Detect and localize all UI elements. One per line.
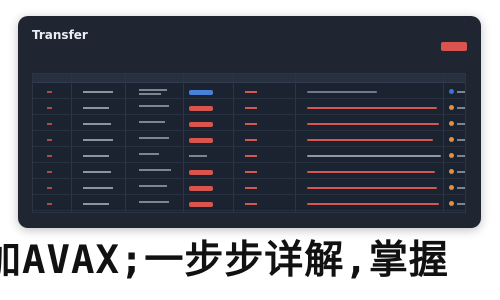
- row-address: [139, 169, 171, 171]
- row-date: [83, 91, 113, 93]
- transfer-table: [32, 73, 466, 213]
- row-amount: [245, 187, 257, 189]
- status-badge[interactable]: [189, 122, 213, 127]
- row-token-label: [457, 107, 465, 109]
- row-token-label: [457, 139, 465, 141]
- row-index: [47, 123, 52, 125]
- row-index: [47, 155, 52, 157]
- table-row[interactable]: [33, 102, 465, 115]
- table-row[interactable]: [33, 182, 465, 195]
- row-index: [47, 187, 52, 189]
- token-icon: [449, 201, 454, 206]
- status-badge[interactable]: [189, 138, 213, 143]
- status-badge[interactable]: [189, 90, 213, 95]
- row-date: [83, 155, 109, 157]
- banner-text: 加AVAX;一步步详解,掌握: [0, 238, 449, 283]
- token-icon: [449, 105, 454, 110]
- row-description: [307, 123, 439, 125]
- row-amount: [245, 203, 257, 205]
- row-token-label: [457, 187, 465, 189]
- row-token-label: [457, 203, 465, 205]
- transfer-panel: Transfer: [18, 16, 481, 228]
- table-row[interactable]: [33, 150, 465, 163]
- row-description: [307, 203, 439, 205]
- row-address: [139, 185, 167, 187]
- row-token-label: [457, 123, 465, 125]
- row-amount: [245, 107, 257, 109]
- row-description: [307, 171, 435, 173]
- row-description: [307, 187, 437, 189]
- row-date: [83, 139, 113, 141]
- row-address: [139, 137, 169, 139]
- panel-title: Transfer: [32, 28, 88, 42]
- token-icon: [449, 89, 454, 94]
- row-description: [307, 107, 437, 109]
- row-amount: [245, 171, 257, 173]
- row-amount: [245, 139, 257, 141]
- row-date: [83, 203, 109, 205]
- row-index: [47, 107, 52, 109]
- token-icon: [449, 153, 454, 158]
- status-badge[interactable]: [189, 186, 213, 191]
- row-address: [139, 201, 169, 203]
- table-row[interactable]: [33, 118, 465, 131]
- row-token-label: [457, 91, 465, 93]
- row-address: [139, 89, 167, 91]
- token-icon: [449, 169, 454, 174]
- token-icon: [449, 185, 454, 190]
- row-amount: [245, 155, 257, 157]
- row-date: [83, 107, 109, 109]
- row-token-label: [457, 171, 465, 173]
- status-badge[interactable]: [189, 202, 213, 207]
- row-address: [139, 153, 159, 155]
- table-row[interactable]: [33, 86, 465, 99]
- table-row[interactable]: [33, 134, 465, 147]
- row-date: [83, 171, 111, 173]
- table-row[interactable]: [33, 198, 465, 211]
- row-description: [307, 91, 377, 93]
- table-row[interactable]: [33, 166, 465, 179]
- row-index: [47, 203, 52, 205]
- row-index: [47, 171, 52, 173]
- row-date: [83, 123, 111, 125]
- status-badge: [189, 155, 207, 157]
- row-description: [307, 139, 433, 141]
- row-address: [139, 121, 165, 123]
- row-address: [139, 93, 161, 95]
- table-header: [33, 74, 465, 83]
- row-index: [47, 91, 52, 93]
- row-date: [83, 187, 113, 189]
- status-badge[interactable]: [189, 106, 213, 111]
- row-address: [139, 105, 169, 107]
- row-amount: [245, 91, 257, 93]
- status-badge[interactable]: [189, 170, 213, 175]
- row-description: [307, 155, 441, 157]
- header-action-button[interactable]: [441, 42, 467, 51]
- token-icon: [449, 121, 454, 126]
- row-amount: [245, 123, 257, 125]
- row-token-label: [457, 155, 465, 157]
- row-index: [47, 139, 52, 141]
- token-icon: [449, 137, 454, 142]
